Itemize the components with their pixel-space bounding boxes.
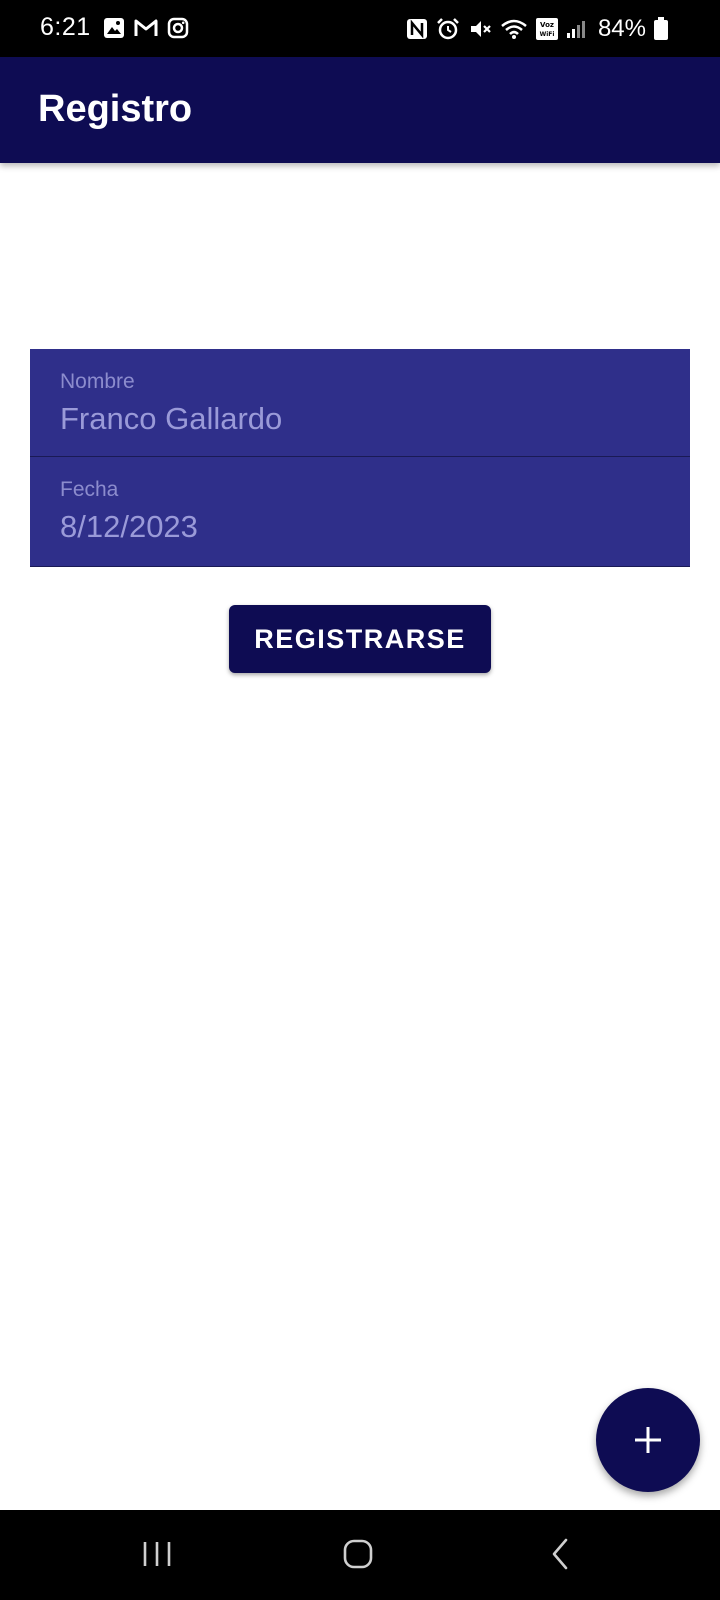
date-field[interactable]: Fecha 8/12/2023 [30, 457, 690, 567]
status-notification-icons [103, 17, 189, 39]
svg-text:Voz: Voz [540, 21, 554, 29]
voz-wifi-icon: Voz WiFi [535, 18, 558, 40]
add-fab-button[interactable] [596, 1388, 700, 1492]
name-field-label: Nombre [60, 370, 135, 393]
gmail-icon [134, 19, 158, 36]
instagram-icon [167, 17, 189, 39]
battery-icon [654, 17, 668, 40]
register-button[interactable]: REGISTRARSE [229, 605, 491, 673]
name-field[interactable]: Nombre Franco Gallardo [30, 349, 690, 457]
gallery-icon [104, 18, 124, 38]
wifi-icon [501, 19, 527, 39]
back-icon[interactable] [546, 1536, 576, 1572]
nfc-icon [406, 19, 427, 39]
mute-icon [470, 21, 491, 37]
navigation-bar [0, 1510, 720, 1600]
status-bar: 6:21 Voz WiFi 84% [0, 0, 720, 57]
status-time: 6:21 [40, 13, 91, 41]
alarm-icon [437, 18, 459, 40]
home-icon[interactable] [340, 1536, 376, 1572]
date-field-value[interactable]: 8/12/2023 [60, 509, 198, 545]
recents-icon[interactable] [140, 1536, 174, 1572]
name-field-value[interactable]: Franco Gallardo [60, 401, 282, 437]
page-title: Registro [38, 88, 193, 130]
plus-icon [635, 1427, 661, 1453]
registration-form: Nombre Franco Gallardo Fecha 8/12/2023 [30, 349, 690, 567]
status-system-icons: Voz WiFi 84% [406, 15, 668, 43]
svg-text:WiFi: WiFi [540, 31, 555, 38]
battery-percent: 84% [597, 15, 646, 42]
date-field-label: Fecha [60, 478, 119, 501]
app-bar: Registro [0, 57, 720, 163]
signal-icon [566, 21, 585, 38]
